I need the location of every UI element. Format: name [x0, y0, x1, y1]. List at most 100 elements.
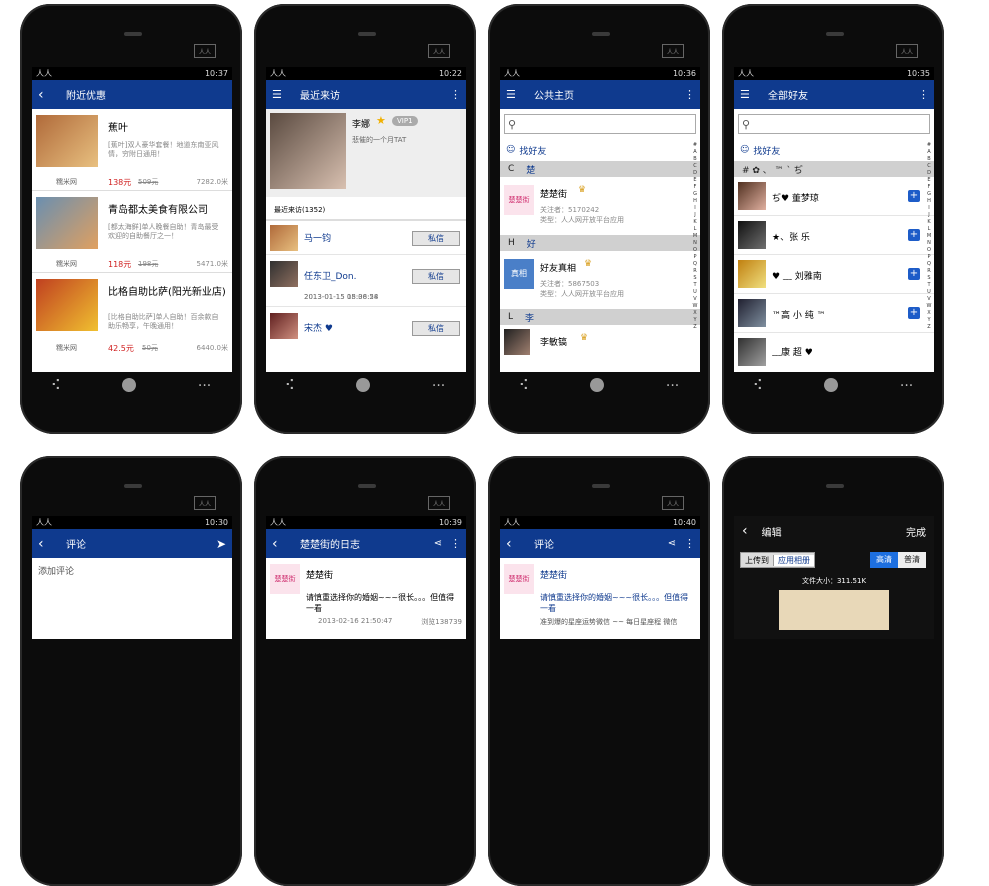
home-key-icon[interactable] [122, 378, 137, 392]
deal-image [36, 279, 98, 331]
more-icon[interactable]: ⋮ [450, 88, 461, 101]
visitor-name: 宋杰 ♥ [304, 324, 333, 334]
menu-key-icon[interactable]: ··· [198, 378, 211, 394]
share-key-icon[interactable]: ⠪ [285, 378, 295, 394]
add-friend-icon[interactable]: + [908, 190, 920, 202]
back-arrow-icon[interactable]: ‹ [38, 88, 52, 102]
sd-option[interactable]: 普清 [898, 552, 926, 568]
friend-name: ぢ♥ 董梦琼 [772, 194, 819, 204]
page-title: 楚楚街的日志 [300, 540, 360, 551]
deal-image [36, 115, 98, 167]
search-input[interactable]: ⚲ [738, 114, 930, 134]
comment-input[interactable]: 添加评论 [32, 558, 232, 638]
more-icon[interactable]: ⋮ [450, 537, 461, 550]
list-item[interactable]: ぢ♥ 董梦琼 + [734, 177, 934, 216]
upload-target[interactable]: 上传到 应用相册 [740, 552, 815, 568]
more-icon[interactable]: ⋮ [684, 88, 695, 101]
carrier-label: 人人 [36, 518, 52, 527]
home-key-icon[interactable] [590, 378, 605, 392]
page-name: 好友真相 [540, 264, 577, 274]
back-arrow-icon[interactable]: ‹ [38, 537, 52, 551]
deal-old-price: 509元 [138, 178, 159, 186]
person-icon: ☺ [506, 145, 516, 155]
carrier-label: 人人 [504, 69, 520, 78]
list-item[interactable]: 楚楚街 楚楚街 ♛ 关注者：5170242 类型：人人网开放平台应用 [500, 177, 700, 235]
vip-badge: VIP1 [392, 116, 418, 126]
author-name[interactable]: 楚楚街 [306, 568, 333, 581]
alphabet-index[interactable]: # A B C D E F G H I J K L M N O P Q R S T U V W X Y Z [692, 142, 698, 331]
hd-option[interactable]: 高清 [870, 552, 898, 568]
deal-distance: 5471.0米 [196, 260, 229, 268]
friend-name: ﹏康 超 ♥ [772, 348, 813, 358]
home-key-icon[interactable] [824, 378, 839, 392]
page-title[interactable]: 最近来访 [300, 87, 450, 102]
phone-frame-6: 人人 人人 10:39 ‹ 楚楚街的日志 ⋖ ⋮ 楚楚街 楚楚街 请慎重选择你的婚… [254, 456, 476, 886]
page-title[interactable]: 全部好友 [768, 87, 918, 102]
hardware-keys: ⠪ ··· [488, 378, 710, 394]
list-item[interactable]: ★、张 乐 + [734, 216, 934, 255]
page-avatar: 真相 [504, 259, 534, 289]
search-input[interactable]: ⚲ [504, 114, 696, 134]
list-item[interactable]: ﹏康 超 ♥ [734, 333, 934, 366]
add-friend-icon[interactable]: + [908, 307, 920, 319]
home-key-icon[interactable] [356, 378, 371, 392]
list-item[interactable]: 真相 好友真相 ♛ 关注者：5867503 类型：人人网开放平台应用 [500, 251, 700, 309]
message-button[interactable]: 私信 [412, 321, 460, 336]
share-icon[interactable]: ⋖ [668, 538, 676, 549]
menu-icon[interactable]: ☰ [506, 88, 520, 101]
menu-key-icon[interactable]: ··· [666, 378, 679, 394]
list-item[interactable]: ™高 小 纯 ™ + [734, 294, 934, 333]
screen-photo-edit: ‹ 编辑 完成 上传到 应用相册 高清 普清 文件大小：311.51K [734, 516, 934, 639]
find-friends-link[interactable]: ☺ 找好友 [500, 139, 700, 161]
list-item[interactable]: 蕉叶 [蕉叶]双人豪华套餐！地道东南亚风情，穷附日通用！ 糯米网 138元 50… [32, 109, 232, 191]
menu-key-icon[interactable]: ··· [900, 378, 913, 394]
clock: 10:36 [672, 69, 696, 78]
add-friend-icon[interactable]: + [908, 268, 920, 280]
post-title[interactable]: 请慎重选择你的婚姻~~~很长。。。但值得一看 [306, 592, 458, 614]
album-select[interactable]: 应用相册 [773, 554, 814, 566]
share-key-icon[interactable]: ⠪ [753, 378, 763, 394]
search-icon: ⚲ [742, 117, 751, 131]
avatar [738, 221, 766, 249]
message-button[interactable]: 私信 [412, 231, 460, 246]
post-title[interactable]: 请慎重选择你的婚姻~~~很长。。。但值得一看 [540, 592, 692, 614]
alphabet-index[interactable]: # A B C D E F G H I J K L M N O P Q R S T U V W X Y Z [926, 142, 932, 331]
back-arrow-icon[interactable]: ‹ [506, 537, 520, 551]
back-arrow-icon[interactable]: ‹ [272, 537, 286, 551]
share-key-icon[interactable]: ⠪ [519, 378, 529, 394]
more-icon[interactable]: ⋮ [684, 537, 695, 550]
follower-count: 关注者：5170242 [540, 206, 600, 214]
share-key-icon[interactable]: ⠪ [51, 378, 61, 394]
share-icon[interactable]: ⋖ [434, 538, 442, 549]
page-title[interactable]: 附近优惠 [66, 87, 226, 102]
back-arrow-icon[interactable]: ‹ [742, 523, 748, 539]
menu-icon[interactable]: ☰ [272, 88, 286, 101]
deal-price: 118元 [108, 260, 132, 269]
find-friends-link[interactable]: ☺ 找好友 [734, 139, 934, 161]
list-item[interactable]: 青岛都太美食有限公司 [都太海鲜]单人晚餐自助！青岛最受欢迎的自助餐厅之一！ 糯… [32, 191, 232, 273]
avatar [270, 225, 298, 251]
profile-status: 悲催的一个月TAT [352, 136, 407, 144]
list-item[interactable]: 宋杰 ♥ 私信 [266, 307, 466, 359]
message-button[interactable]: 私信 [412, 269, 460, 284]
done-button[interactable]: 完成 [906, 524, 926, 539]
list-item[interactable]: 李敏镐 ♛ [500, 325, 700, 355]
phone-frame-2: 人人 人人 10:22 ☰ 最近来访 ⋮ 李娜 ★ VIP1 悲催的一个月TAT … [254, 4, 476, 434]
visitor-list: 马一钧 私信 任东卫_Don. 私信 2013-01-15 15:06:54 宋… [266, 221, 466, 359]
post-date: 2013-02-16 21:50:47 [318, 617, 393, 625]
more-icon[interactable]: ⋮ [918, 88, 929, 101]
avatar[interactable] [270, 113, 346, 189]
list-item[interactable]: 比格自助比萨(阳光新业店) [比格自助比萨]单人自助！百余款自助乐畅享，午晚通用… [32, 273, 232, 355]
find-friends-label: 找好友 [519, 146, 547, 157]
menu-key-icon[interactable]: ··· [432, 378, 445, 394]
carrier-label: 人人 [270, 69, 286, 78]
deal-source: 糯米网 [56, 178, 77, 186]
author-name[interactable]: 楚楚街 [540, 568, 567, 581]
list-item[interactable]: ♥ ﹏ 刘雅南 + [734, 255, 934, 294]
add-friend-icon[interactable]: + [908, 229, 920, 241]
list-item[interactable]: 马一钧 私信 [266, 221, 466, 255]
menu-icon[interactable]: ☰ [740, 88, 754, 101]
screen-nearby-deals: 人人 10:37 ‹ 附近优惠 蕉叶 [蕉叶]双人豪华套餐！地道东南亚风情，穷附日… [32, 67, 232, 372]
send-icon[interactable]: ➤ [216, 537, 226, 551]
page-title[interactable]: 公共主页 [534, 87, 684, 102]
